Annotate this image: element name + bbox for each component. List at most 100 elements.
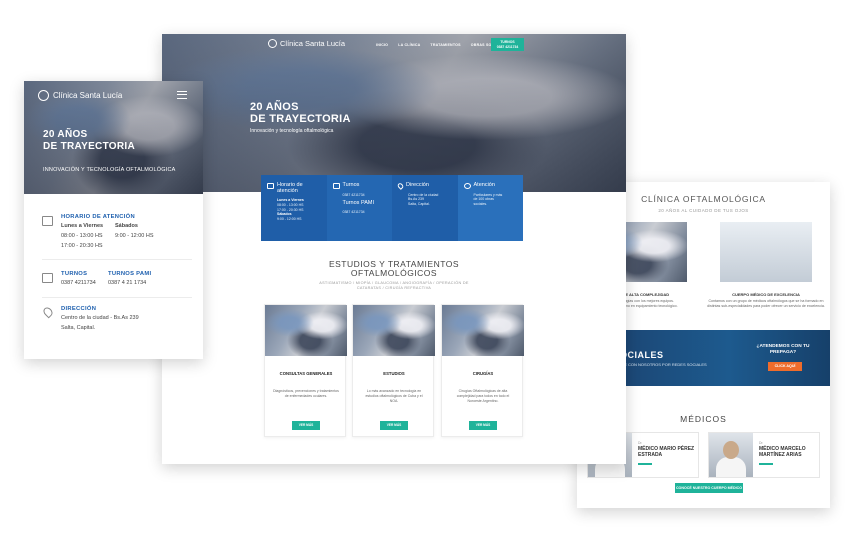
mobile-logo-text: Clínica Santa Lucía [53,91,123,100]
site-logo[interactable]: Clínica Santa Lucía [268,39,345,48]
nav-tratamientos[interactable]: TRATAMIENTOS [430,43,460,47]
turnos-button-phone: 0387 4211734 [496,44,519,49]
info-line: 0387 4211734 [342,192,365,197]
logo-eye-icon [268,39,277,48]
mobile-turnos: TURNOS TURNOS PAMI 0387 4211734 0387 4 2… [42,271,192,293]
team-text: Contamos con un grupo de médicos oftalmó… [707,299,825,308]
ver-mas-button[interactable]: VER MÁS [380,421,408,430]
services-subtitle: ASTIGMATISMO / MIOPÍA / GLAUCOMA / ANGIO… [319,281,469,290]
service-description: Lo más avanzado en tecnología en estudio… [365,389,423,403]
hamburger-menu-icon[interactable] [177,91,187,99]
info-direccion-title: Dirección [406,182,429,188]
calendar-icon [42,273,53,283]
location-pin-icon [41,305,55,319]
direccion-line2: Salta, Capital. [61,325,96,331]
location-pin-icon [396,181,405,190]
service-card: CONSULTAS GENERALES Diagnósticos, preven… [264,304,347,437]
horario-hours-sat: 9:00 - 12:00 HS [115,233,154,239]
ver-mas-button[interactable]: VER MÁS [292,421,320,430]
hero-title-line2: DE TRAYECTORIA [250,113,351,125]
horario-hours-1: 08:00 - 13:00 HS [61,233,103,239]
medical-team-button[interactable]: CONOCÉ NUESTRO CUERPO MÉDICO [675,483,743,493]
services-title-line2: OFTALMOLÓGICOS [350,268,438,278]
doctor-accent-bar [759,463,773,465]
horario-hours-2: 17:00 - 20:30 HS [61,243,103,249]
main-nav: INICIO LA CLÍNICA TRATAMIENTOS OBRAS SOC… [376,43,506,47]
info-horario-title: Horario de atención [277,182,303,194]
info-line: Salta, Capital. [408,202,430,207]
info-pami-title: Turnos PAMI [342,200,374,207]
team-caption: CUERPO MÉDICO DE EXCELENCIA [732,292,800,297]
ver-mas-button[interactable]: VER MÁS [469,421,497,430]
hero-title: 20 AÑOS DE TRAYECTORIA [250,101,351,125]
turnos-heading: TURNOS [61,271,88,277]
logo-eye-icon [38,90,49,101]
mobile-hero-subtitle: INNOVACIÓN Y TECNOLOGÍA OFTALMOLÓGICA [43,167,176,173]
service-title: CIRUGÍAS [472,371,494,376]
service-description: Cirugías Oftalmológicas de alta compleji… [456,389,510,403]
info-atencion: Atención Particulares y más de 100 obras… [457,175,523,241]
desktop-homepage-preview: Clínica Santa Lucía INICIO LA CLÍNICA TR… [162,34,626,464]
calendar-icon [332,182,340,189]
info-strip: Horario de atención Lunes a Viernes 08:0… [261,175,523,241]
mobile-homepage-preview: Clínica Santa Lucía 20 AÑOS DE TRAYECTOR… [24,81,203,359]
turnos-phone[interactable]: 0387 4211734 [61,279,96,287]
nav-la-clinica[interactable]: LA CLÍNICA [398,43,420,47]
pami-heading: TURNOS PAMI [108,271,152,277]
mobile-hero: Clínica Santa Lucía 20 AÑOS DE TRAYECTOR… [24,81,203,194]
mobile-hero-title-line1: 20 AÑOS [43,129,88,140]
horario-days-saturday: Sábados [115,223,138,229]
info-line: Sábados [277,212,292,217]
service-title: ESTUDIOS [383,371,405,376]
hero-title-line1: 20 AÑOS [250,101,299,113]
doctor-name: MÉDICO MARIO PÉREZ ESTRADA [638,446,695,458]
service-image [265,305,347,356]
info-atencion-title: Atención [473,182,495,188]
direccion-heading: DIRECCIÓN [61,306,97,312]
service-card: ESTUDIOS Lo más avanzado en tecnología e… [352,304,435,437]
info-line: 9:00 - 12:00 HS [277,217,302,222]
service-description: Diagnósticos, prevenciones y tratamiento… [273,389,339,398]
direccion-line1: Centro de la ciudad - Bs.As 239 [61,315,139,321]
mail-icon [42,216,53,226]
prepaga-question: ¿ATENDEMOS CON TU PREPAGA? [756,344,810,355]
service-image [442,305,524,356]
service-card: CIRUGÍAS Cirugías Oftalmológicas de alta… [441,304,524,437]
hero-subtitle: Innovación y tecnología oftalmológica [250,128,334,134]
doctor-label: Dr. [638,441,643,445]
click-here-button[interactable]: CLICK AQUÍ [768,362,802,371]
pami-phone[interactable]: 0387 4 21 1734 [108,279,146,287]
hero-banner: Clínica Santa Lucía INICIO LA CLÍNICA TR… [162,34,626,192]
mockup-stage: CLÍNICA OFTALMOLÓGICA 20 AÑOS AL CUIDADO… [0,0,861,537]
doctor-name: MÉDICO MARCELO MARTÍNEZ ARIAS [759,446,806,458]
doctor-accent-bar [638,463,652,465]
doctor-photo [709,433,753,477]
info-direccion: Dirección Centro de la ciudad Bs.As 239 … [392,175,458,241]
mobile-hero-title-line2: DE TRAYECTORIA [43,141,135,152]
doctor-card[interactable]: Dr. MÉDICO MARCELO MARTÍNEZ ARIAS [708,432,820,478]
info-line: sociales. [473,202,488,207]
services-title: ESTUDIOS Y TRATAMIENTOS OFTALMOLÓGICOS [162,260,626,278]
info-line: Lunes a Viernes [277,198,304,202]
logo-text: Clínica Santa Lucía [280,39,346,48]
doctor-label: Dr. [759,441,764,445]
info-turnos-title: Turnos [342,182,360,188]
service-title: CONSULTAS GENERALES [279,371,333,376]
medical-team-image [720,222,812,282]
divider [42,297,192,298]
horario-heading: HORARIO DE ATENCIÓN [61,214,135,220]
info-line: 0387 4211734 [342,210,365,215]
info-horario: Horario de atención Lunes a Viernes 08:0… [261,175,327,241]
info-turnos: Turnos 0387 4211734 Turnos PAMI 0387 421… [326,175,392,241]
hero-overlay [162,34,626,192]
mobile-logo[interactable]: Clínica Santa Lucía [38,90,122,101]
mobile-direccion: DIRECCIÓN Centro de la ciudad - Bs.As 23… [41,305,192,336]
divider [42,259,192,260]
mail-icon [267,182,274,189]
service-image [353,305,435,356]
horario-days-weekday: Lunes a Viernes [61,223,104,229]
turnos-nav-button[interactable]: TURNOS 0387 4211734 [491,38,524,51]
nav-inicio[interactable]: INICIO [376,43,388,47]
mobile-hero-title: 20 AÑOS DE TRAYECTORIA [43,129,135,153]
user-icon [463,182,471,189]
